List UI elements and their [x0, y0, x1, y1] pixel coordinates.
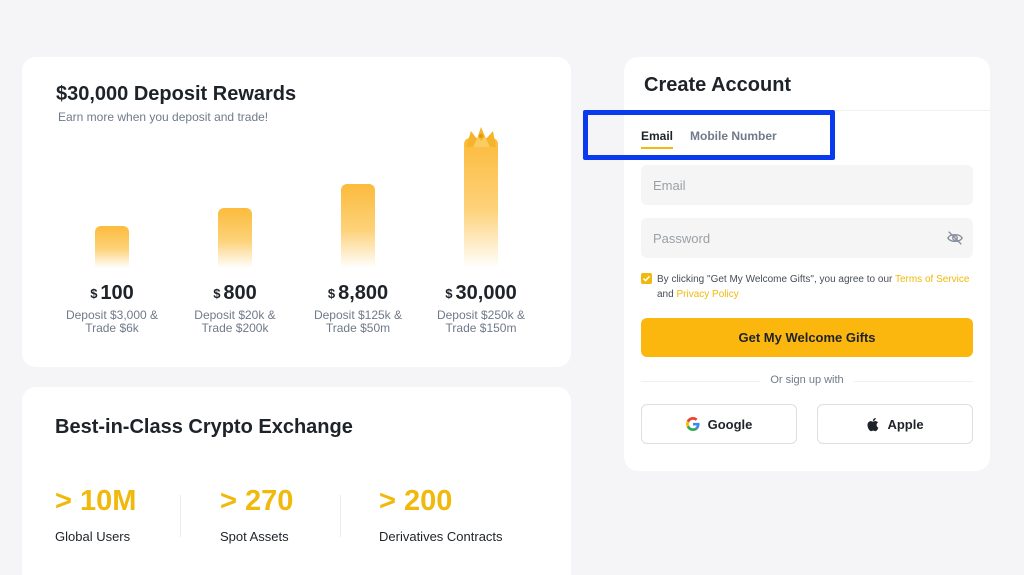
- terms-agreement: By clicking "Get My Welcome Gifts", you …: [641, 272, 976, 302]
- reward-bar: [464, 138, 498, 268]
- apple-signup-button[interactable]: Apple: [817, 404, 973, 444]
- reward-requirement: Deposit $250k & Trade $150m: [436, 308, 526, 335]
- stat-label: Derivatives Contracts: [379, 529, 503, 544]
- reward-tier-1: $100 Deposit $3,000 & Trade $6k: [47, 117, 177, 367]
- exchange-stats-card: Best-in-Class Crypto Exchange > 10M Glob…: [22, 387, 571, 575]
- reward-requirement: Deposit $125k & Trade $50m: [313, 308, 403, 335]
- stat-divider: [180, 495, 181, 537]
- google-icon: [685, 417, 700, 431]
- terms-of-service-link[interactable]: Terms of Service: [895, 274, 969, 285]
- reward-amount: $30,000: [445, 282, 517, 304]
- or-sign-up-with-text: Or sign up with: [760, 374, 854, 386]
- stat-spot-assets: > 270 Spot Assets: [220, 485, 294, 545]
- apple-icon: [867, 417, 879, 431]
- stat-divider: [340, 495, 341, 537]
- or-divider: Or sign up with: [641, 374, 973, 388]
- create-account-card: Create Account Email Mobile Number By cl…: [624, 57, 990, 471]
- email-input[interactable]: [641, 165, 973, 205]
- create-account-title: Create Account: [644, 74, 792, 96]
- signup-method-tabs: Email Mobile Number: [641, 129, 777, 149]
- reward-amount: $800: [213, 282, 257, 304]
- stat-label: Spot Assets: [220, 529, 289, 544]
- password-input[interactable]: [641, 218, 973, 258]
- crown-icon: [466, 127, 496, 147]
- agree-and-text: and: [657, 289, 674, 300]
- reward-bar: [95, 226, 129, 268]
- stat-derivatives-contracts: > 200 Derivatives Contracts: [379, 485, 503, 545]
- reward-bar: [341, 184, 375, 268]
- apple-label: Apple: [887, 416, 924, 432]
- reward-tier-3: $8,800 Deposit $125k & Trade $50m: [293, 117, 423, 367]
- header-divider: [624, 110, 990, 111]
- reward-amount: $100: [90, 282, 134, 304]
- stats-title: Best-in-Class Crypto Exchange: [55, 416, 353, 438]
- rewards-title: $30,000 Deposit Rewards: [56, 83, 297, 105]
- reward-tier-2: $800 Deposit $20k & Trade $200k: [170, 117, 300, 367]
- stat-label: Global Users: [55, 529, 131, 544]
- reward-tier-4: $30,000 Deposit $250k & Trade $150m: [416, 117, 546, 367]
- tab-mobile-number[interactable]: Mobile Number: [690, 129, 777, 149]
- privacy-policy-link[interactable]: Privacy Policy: [676, 289, 738, 300]
- eye-off-icon[interactable]: [946, 229, 964, 247]
- agree-text: By clicking "Get My Welcome Gifts", you …: [657, 274, 893, 285]
- stat-global-users: > 10M Global Users: [55, 485, 137, 545]
- stat-value: > 200: [379, 485, 453, 517]
- reward-requirement: Deposit $3,000 & Trade $6k: [65, 308, 159, 335]
- check-icon: [642, 275, 651, 282]
- reward-bar: [218, 208, 252, 268]
- deposit-rewards-card: $30,000 Deposit Rewards Earn more when y…: [22, 57, 571, 367]
- reward-requirement: Deposit $20k & Trade $200k: [194, 308, 276, 335]
- google-label: Google: [707, 416, 753, 432]
- stat-value: > 10M: [55, 485, 137, 517]
- agree-checkbox[interactable]: [641, 273, 652, 284]
- stat-value: > 270: [220, 485, 294, 517]
- tab-email[interactable]: Email: [641, 129, 674, 149]
- google-signup-button[interactable]: Google: [641, 404, 797, 444]
- get-welcome-gifts-button[interactable]: Get My Welcome Gifts: [641, 318, 973, 357]
- reward-amount: $8,800: [327, 282, 389, 304]
